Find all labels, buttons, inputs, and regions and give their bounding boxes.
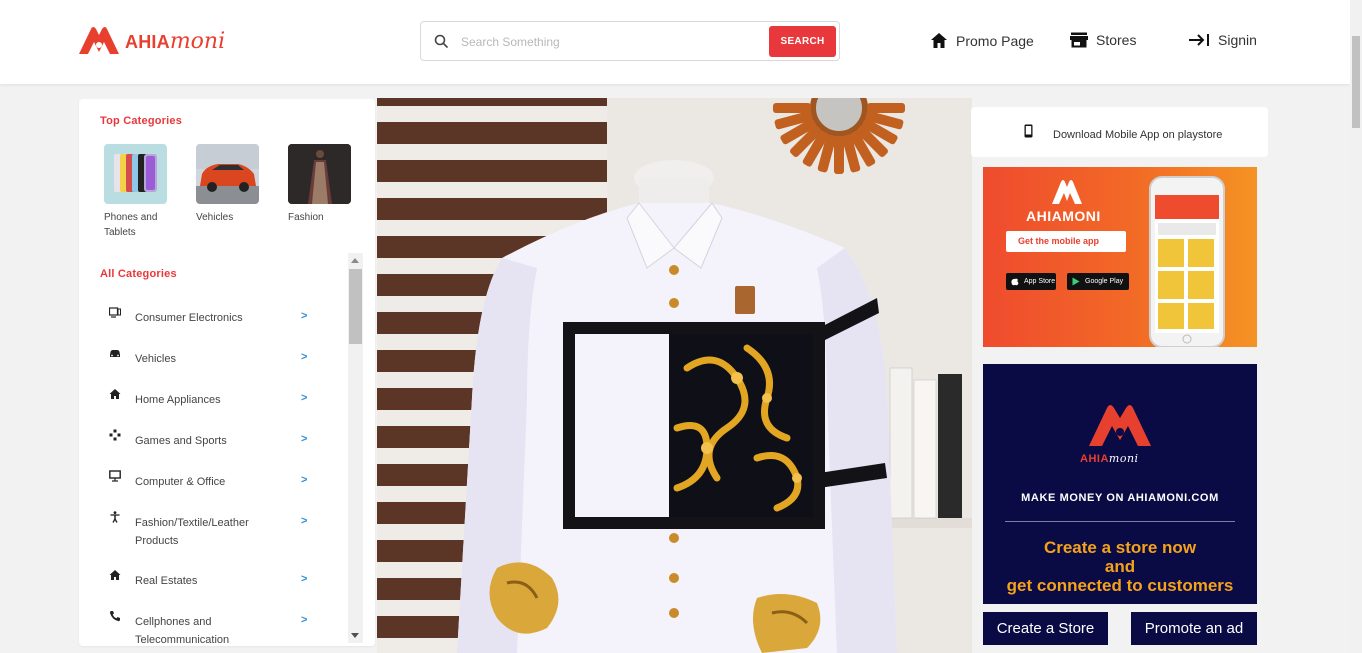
ahiamoni-logo-icon <box>1089 405 1151 446</box>
top-category-label: Vehicles <box>196 212 234 223</box>
electronics-icon <box>109 307 121 318</box>
category-fashion-textile[interactable]: Fashion/Textile/Leather Products > <box>79 500 347 558</box>
monitor-icon <box>109 470 121 482</box>
top-category-phones[interactable]: Phones and Tablets <box>104 144 196 240</box>
top-category-label: Fashion <box>288 212 324 223</box>
shirt-mannequin-image <box>377 98 972 653</box>
chevron-right-icon: > <box>301 573 308 585</box>
home-icon <box>931 33 947 48</box>
nav-stores[interactable]: Stores <box>1070 32 1136 48</box>
chevron-right-icon: > <box>301 474 308 486</box>
all-categories-list: Consumer Electronics > Vehicles > Home A… <box>79 295 347 653</box>
category-scrollbar-thumb[interactable] <box>349 269 362 344</box>
category-label: Vehicles <box>135 353 176 365</box>
create-store-button[interactable]: Create a Store <box>983 612 1108 645</box>
top-category-fashion[interactable]: Fashion <box>288 144 380 240</box>
scroll-down-arrow-icon[interactable] <box>351 633 359 638</box>
fashion-thumbnail <box>288 144 351 204</box>
promo-brand-script: moni <box>1108 452 1139 465</box>
top-header: AHIAmoni SEARCH Promo Page Stores Signin <box>0 0 1350 84</box>
category-label: Games and Sports <box>135 435 227 447</box>
top-category-label: Phones and Tablets <box>104 212 158 238</box>
category-cellphones[interactable]: Cellphones and Telecommunication > <box>79 599 347 653</box>
logo-bold-text: AHIA <box>125 31 170 52</box>
window-scrollbar[interactable] <box>1350 0 1362 653</box>
promote-ad-button[interactable]: Promote an ad <box>1131 612 1257 645</box>
store-promo-banner[interactable]: AHIAmoni MAKE MONEY ON AHIAMONI.COM Crea… <box>983 364 1257 604</box>
promo-brand-wordmark: AHIAmoni <box>1080 452 1139 465</box>
store-icon <box>1070 32 1088 48</box>
category-label: Cellphones and Telecommunication <box>135 616 230 646</box>
top-categories-list: Phones and Tablets Vehicles Fashion <box>104 144 380 240</box>
category-sidebar: Top Categories Phones and Tablets Vehicl… <box>79 99 375 646</box>
category-vehicles[interactable]: Vehicles > <box>79 336 347 377</box>
category-label: Consumer Electronics <box>135 312 243 324</box>
get-mobile-app-button[interactable]: Get the mobile app <box>1006 231 1126 252</box>
category-scrollbar[interactable] <box>348 253 363 643</box>
search-bar: SEARCH <box>420 21 840 61</box>
site-logo[interactable]: AHIAmoni <box>77 26 225 56</box>
gamepad-icon <box>109 429 121 441</box>
phone-icon <box>109 611 120 622</box>
category-games-sports[interactable]: Games and Sports > <box>79 418 347 459</box>
top-category-vehicles[interactable]: Vehicles <box>196 144 288 240</box>
promo-cta-text: Create a store now and get connected to … <box>983 538 1257 595</box>
vehicles-thumbnail <box>196 144 259 204</box>
phone-mockup-image <box>1149 176 1225 347</box>
category-real-estates[interactable]: Real Estates > <box>79 558 347 599</box>
chevron-right-icon: > <box>301 392 308 404</box>
logo-icon <box>79 27 119 54</box>
home-icon <box>109 389 121 399</box>
search-button[interactable]: SEARCH <box>769 26 836 57</box>
person-icon <box>110 511 120 523</box>
promo-cta-line: Create a store now <box>1043 538 1197 557</box>
ahiamoni-logo-icon <box>1052 180 1082 204</box>
search-input[interactable] <box>461 30 761 54</box>
logo-wordmark: AHIAmoni <box>125 29 225 54</box>
car-icon <box>110 350 120 357</box>
nav-signin-label: Signin <box>1218 32 1257 48</box>
category-computer-office[interactable]: Computer & Office > <box>79 459 347 500</box>
home-icon <box>109 570 121 580</box>
chevron-right-icon: > <box>301 614 308 626</box>
phones-thumbnail <box>104 144 167 204</box>
download-app-card[interactable]: Download Mobile App on playstore <box>971 107 1268 157</box>
nav-signin[interactable]: Signin <box>1188 32 1257 48</box>
promo-cta-line: and <box>1104 557 1136 576</box>
promo-divider <box>1005 521 1235 522</box>
window-scrollbar-thumb[interactable] <box>1352 36 1360 128</box>
google-play-icon <box>1072 277 1080 286</box>
apple-icon <box>1011 278 1019 286</box>
top-categories-title: Top Categories <box>100 115 183 127</box>
promo-brand-bold: AHIA <box>1080 453 1109 465</box>
mobile-app-promo-banner[interactable]: AHIAMONI Get the mobile app App Store Go… <box>983 167 1257 347</box>
category-consumer-electronics[interactable]: Consumer Electronics > <box>79 295 347 336</box>
signin-arrow-icon <box>1189 34 1209 46</box>
chevron-right-icon: > <box>301 515 308 527</box>
scroll-up-arrow-icon[interactable] <box>351 258 359 263</box>
nav-promo-page[interactable]: Promo Page <box>930 32 1034 49</box>
nav-stores-label: Stores <box>1096 32 1137 48</box>
all-categories-title: All Categories <box>100 268 177 280</box>
chevron-right-icon: > <box>301 310 308 322</box>
category-label: Real Estates <box>135 575 198 587</box>
hero-banner-image[interactable] <box>377 98 972 653</box>
download-app-text: Download Mobile App on playstore <box>1053 129 1223 141</box>
search-icon <box>434 34 448 48</box>
promo-brand-text: AHIAMONI <box>1026 208 1101 224</box>
promo-cta-line: get connected to customers <box>1006 576 1234 595</box>
chevron-right-icon: > <box>301 433 308 445</box>
category-label: Fashion/Textile/Leather Products <box>135 517 249 547</box>
make-money-text: MAKE MONEY ON AHIAMONI.COM <box>1021 492 1219 504</box>
logo-script-text: moni <box>169 28 226 54</box>
nav-promo-label: Promo Page <box>956 32 1034 49</box>
chevron-right-icon: > <box>301 351 308 363</box>
category-label: Computer & Office <box>135 476 226 488</box>
category-home-appliances[interactable]: Home Appliances > <box>79 377 347 418</box>
category-label: Home Appliances <box>135 394 221 406</box>
mobile-phone-icon <box>1024 124 1033 138</box>
